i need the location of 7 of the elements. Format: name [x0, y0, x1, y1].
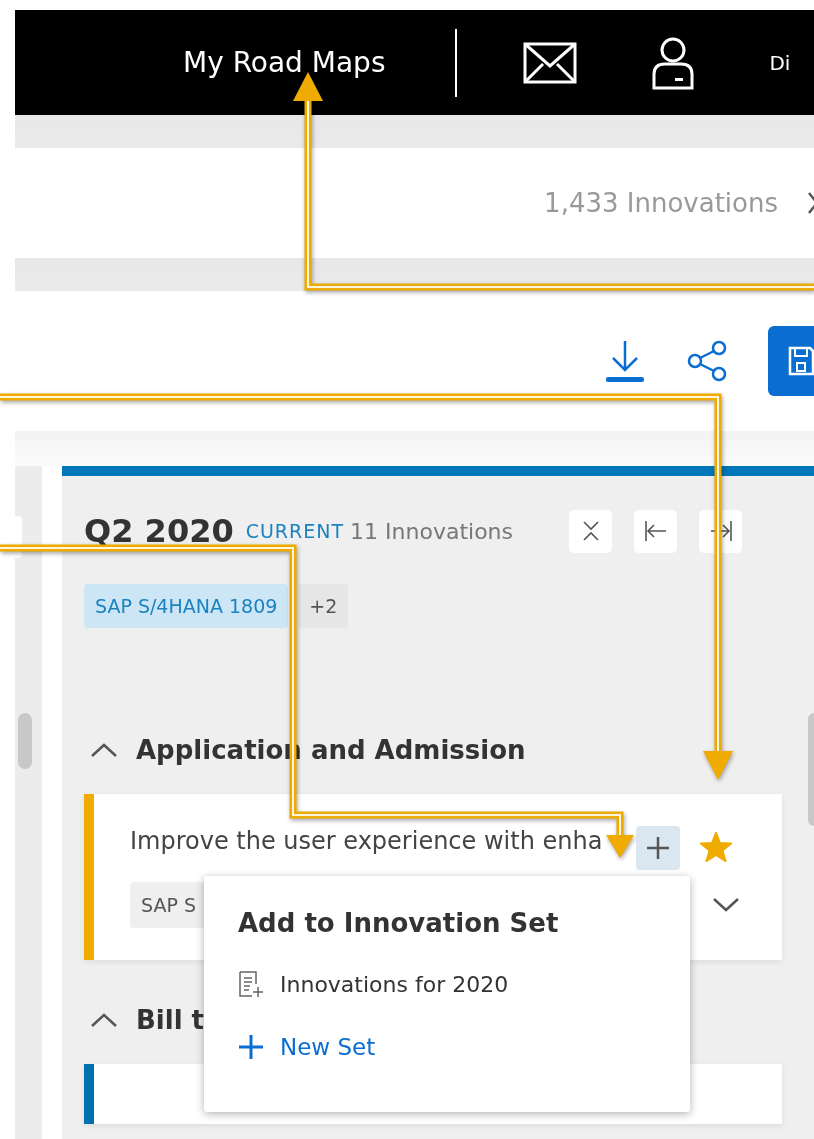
current-label: CURRENT	[245, 520, 345, 542]
section-title: Bill t	[136, 1005, 205, 1035]
popover-title: Add to Innovation Set	[238, 908, 560, 938]
card-description: Improve the user experience with enha	[130, 826, 604, 856]
innovation-count: 11 Innovations	[350, 518, 513, 544]
column-title: Q2 2020	[84, 512, 234, 550]
innovation-count: 1,433 Innovations	[544, 188, 778, 218]
